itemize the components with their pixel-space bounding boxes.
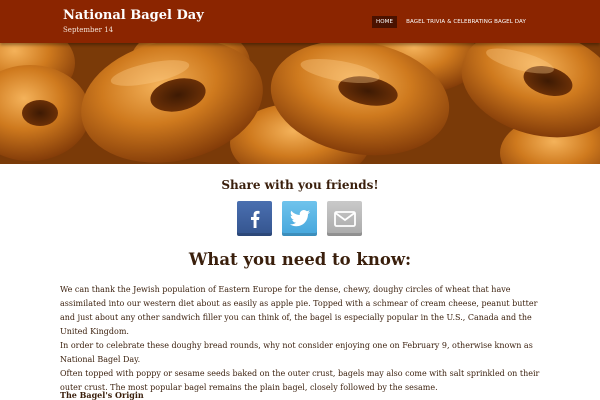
bagels-photo [0,43,600,164]
nav-home[interactable]: HOME [372,16,398,28]
share-title: Share with you friends! [221,178,379,192]
site-header: National Bagel Day September 14 HOME BAG… [0,0,600,43]
nav-bagel-trivia[interactable]: BAGEL TRIVIA & CELEBRATING BAGEL DAY [402,16,530,28]
share-buttons [237,201,362,236]
twitter-icon [289,209,310,226]
facebook-share-button[interactable] [237,201,272,236]
facebook-icon [250,210,259,228]
twitter-share-button[interactable] [282,201,317,236]
main-nav: HOME BAGEL TRIVIA & CELEBRATING BAGEL DA… [372,16,530,28]
article-body: We can thank the Jewish population of Ea… [60,283,548,395]
email-share-button[interactable] [327,201,362,236]
paragraph: We can thank the Jewish population of Ea… [60,285,538,336]
hero-image [0,43,600,164]
subheading-origin: The Bagel's Origin [60,390,144,400]
section-title: What you need to know: [188,250,412,269]
paragraph: In order to celebrate these doughy bread… [60,341,533,364]
site-date: September 14 [63,26,114,34]
site-title[interactable]: National Bagel Day [63,8,204,23]
email-icon [333,210,356,227]
